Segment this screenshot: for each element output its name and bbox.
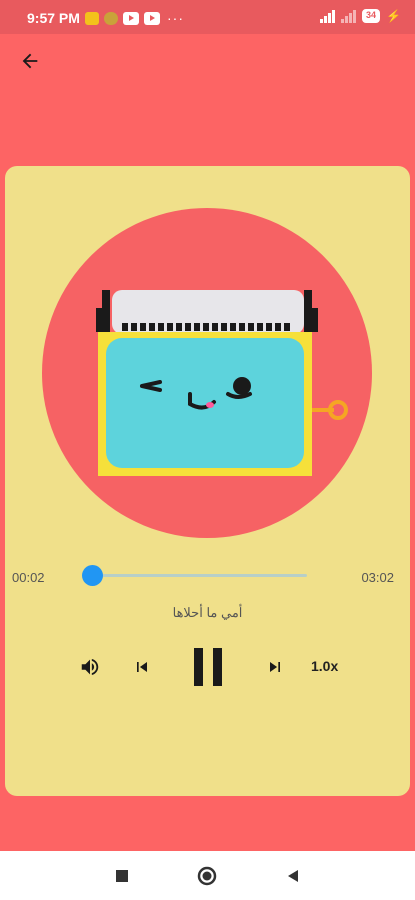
system-navigation-bar (0, 851, 415, 900)
notification-app-icon (85, 11, 99, 25)
notification-app-icon (104, 11, 118, 25)
youtube-icon (123, 11, 139, 25)
status-bar: 9:57 PM ··· 34 ⚡ (0, 0, 415, 34)
signal-icon (320, 9, 336, 23)
home-icon[interactable] (197, 866, 217, 886)
signal-icon (341, 9, 357, 23)
elapsed-time: 00:02 (12, 570, 45, 585)
song-title: أمي ما أحلاها (172, 605, 243, 620)
previous-button[interactable] (129, 654, 155, 680)
seek-bar-thumb[interactable] (82, 565, 104, 586)
radio-character-illustration (96, 290, 348, 476)
skip-next-icon (270, 662, 280, 672)
playback-speed-button[interactable]: 1.0x (311, 658, 338, 674)
back-nav-icon[interactable] (285, 868, 301, 884)
volume-button[interactable] (77, 654, 103, 680)
recents-icon[interactable] (115, 869, 129, 883)
battery-icon: 34 (362, 9, 381, 23)
pause-button[interactable] (185, 644, 231, 690)
notification-icons: ··· (85, 10, 184, 26)
status-right: 34 ⚡ (320, 9, 401, 23)
back-button[interactable] (16, 47, 44, 75)
playback-controls: 1.0x (5, 644, 410, 690)
pause-icon (194, 648, 222, 686)
player-card: 00:02 03:02 أمي ما أحلاها 1.0x (5, 166, 410, 796)
charging-icon: ⚡ (386, 9, 401, 23)
next-button[interactable] (262, 654, 288, 680)
album-art (42, 208, 372, 538)
volume-icon (81, 658, 99, 676)
seek-bar[interactable] (82, 565, 307, 586)
total-duration: 03:02 (361, 570, 394, 585)
status-time: 9:57 PM (27, 10, 80, 26)
more-notifications-icon: ··· (167, 10, 184, 26)
skip-previous-icon (137, 662, 147, 672)
arrow-left-icon (22, 53, 38, 69)
youtube-icon (144, 11, 160, 25)
